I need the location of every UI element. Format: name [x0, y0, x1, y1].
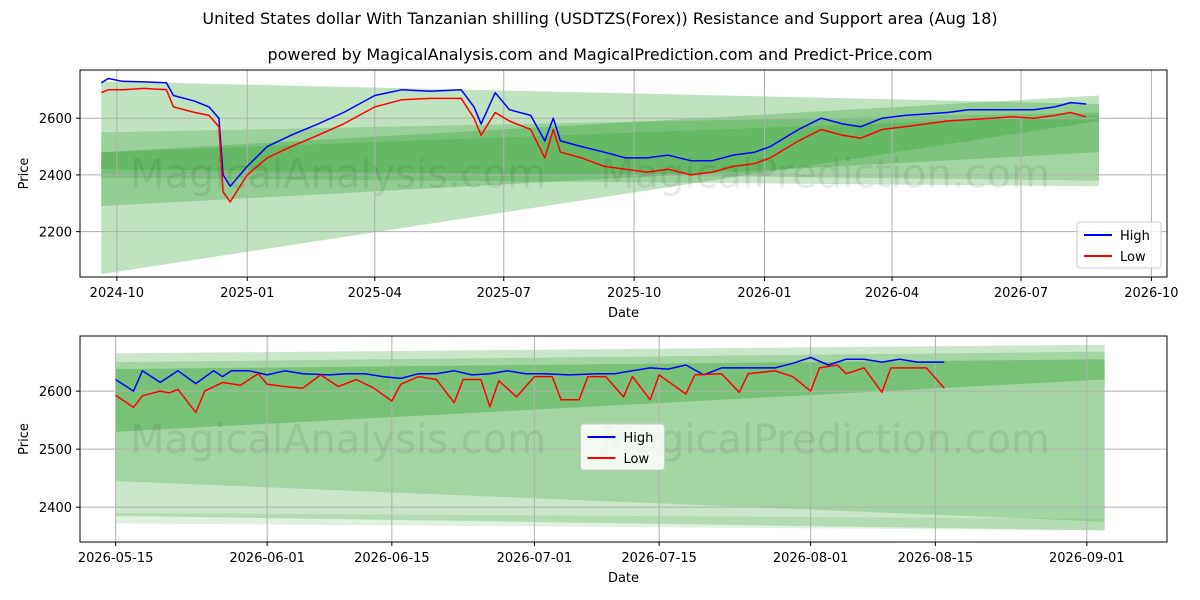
x-tick-label: 2026-04 [865, 286, 919, 301]
y-tick-label: 2400 [39, 169, 72, 184]
y-axis-label: Price [17, 158, 32, 190]
y-axis-label: Price [17, 423, 32, 455]
x-tick-label: 2026-07 [994, 286, 1048, 301]
x-tick-label: 2026-08-15 [898, 551, 974, 566]
legend-label-low: Low [624, 452, 650, 467]
watermark-left: MagicalAnalysis.com [130, 417, 546, 463]
watermark-right: MagicalPrediction.com [600, 417, 1050, 463]
y-tick-label: 2500 [39, 443, 72, 458]
chart-panel-1: MagicalAnalysis.com MagicalPrediction.com… [17, 69, 1179, 321]
x-tick-label: 2025-04 [348, 286, 402, 301]
x-axis-label: Date [608, 306, 639, 321]
legend-label-high: High [624, 431, 654, 446]
x-tick-label: 2026-10 [1124, 286, 1178, 301]
x-axis-label: Date [608, 571, 639, 586]
x-tick-label: 2025-07 [477, 286, 531, 301]
watermark-right: MagicalPrediction.com [600, 152, 1050, 198]
x-tick-label: 2026-05-15 [78, 551, 154, 566]
legend-label-high: High [1120, 229, 1150, 244]
plot-area: MagicalAnalysis.com MagicalPrediction.com [80, 70, 1167, 277]
x-tick-label: 2026-07-01 [497, 551, 573, 566]
y-tick-label: 2600 [39, 112, 72, 127]
legend: High Low [580, 423, 665, 471]
x-tick-label: 2026-07-15 [621, 551, 697, 566]
x-tick-label: 2024-10 [90, 286, 144, 301]
x-tick-label: 2026-09-01 [1049, 551, 1125, 566]
x-tick-label: 2025-01 [220, 286, 274, 301]
x-tick-label: 2026-01 [737, 286, 791, 301]
y-tick-label: 2400 [39, 501, 72, 516]
x-tick-label: 2026-08-01 [773, 551, 849, 566]
legend: High Low [1076, 221, 1162, 269]
x-tick-label: 2026-06-01 [229, 551, 305, 566]
y-tick-label: 2600 [39, 385, 72, 400]
legend-label-low: Low [1120, 250, 1146, 265]
x-tick-label: 2026-06-15 [354, 551, 430, 566]
y-tick-label: 2200 [39, 226, 72, 241]
chart-canvas: MagicalAnalysis.com MagicalPrediction.com… [17, 69, 1179, 586]
watermark-left: MagicalAnalysis.com [130, 152, 546, 198]
x-tick-label: 2025-10 [607, 286, 661, 301]
chart-panel-2: MagicalAnalysis.com MagicalPrediction.com… [17, 335, 1168, 586]
